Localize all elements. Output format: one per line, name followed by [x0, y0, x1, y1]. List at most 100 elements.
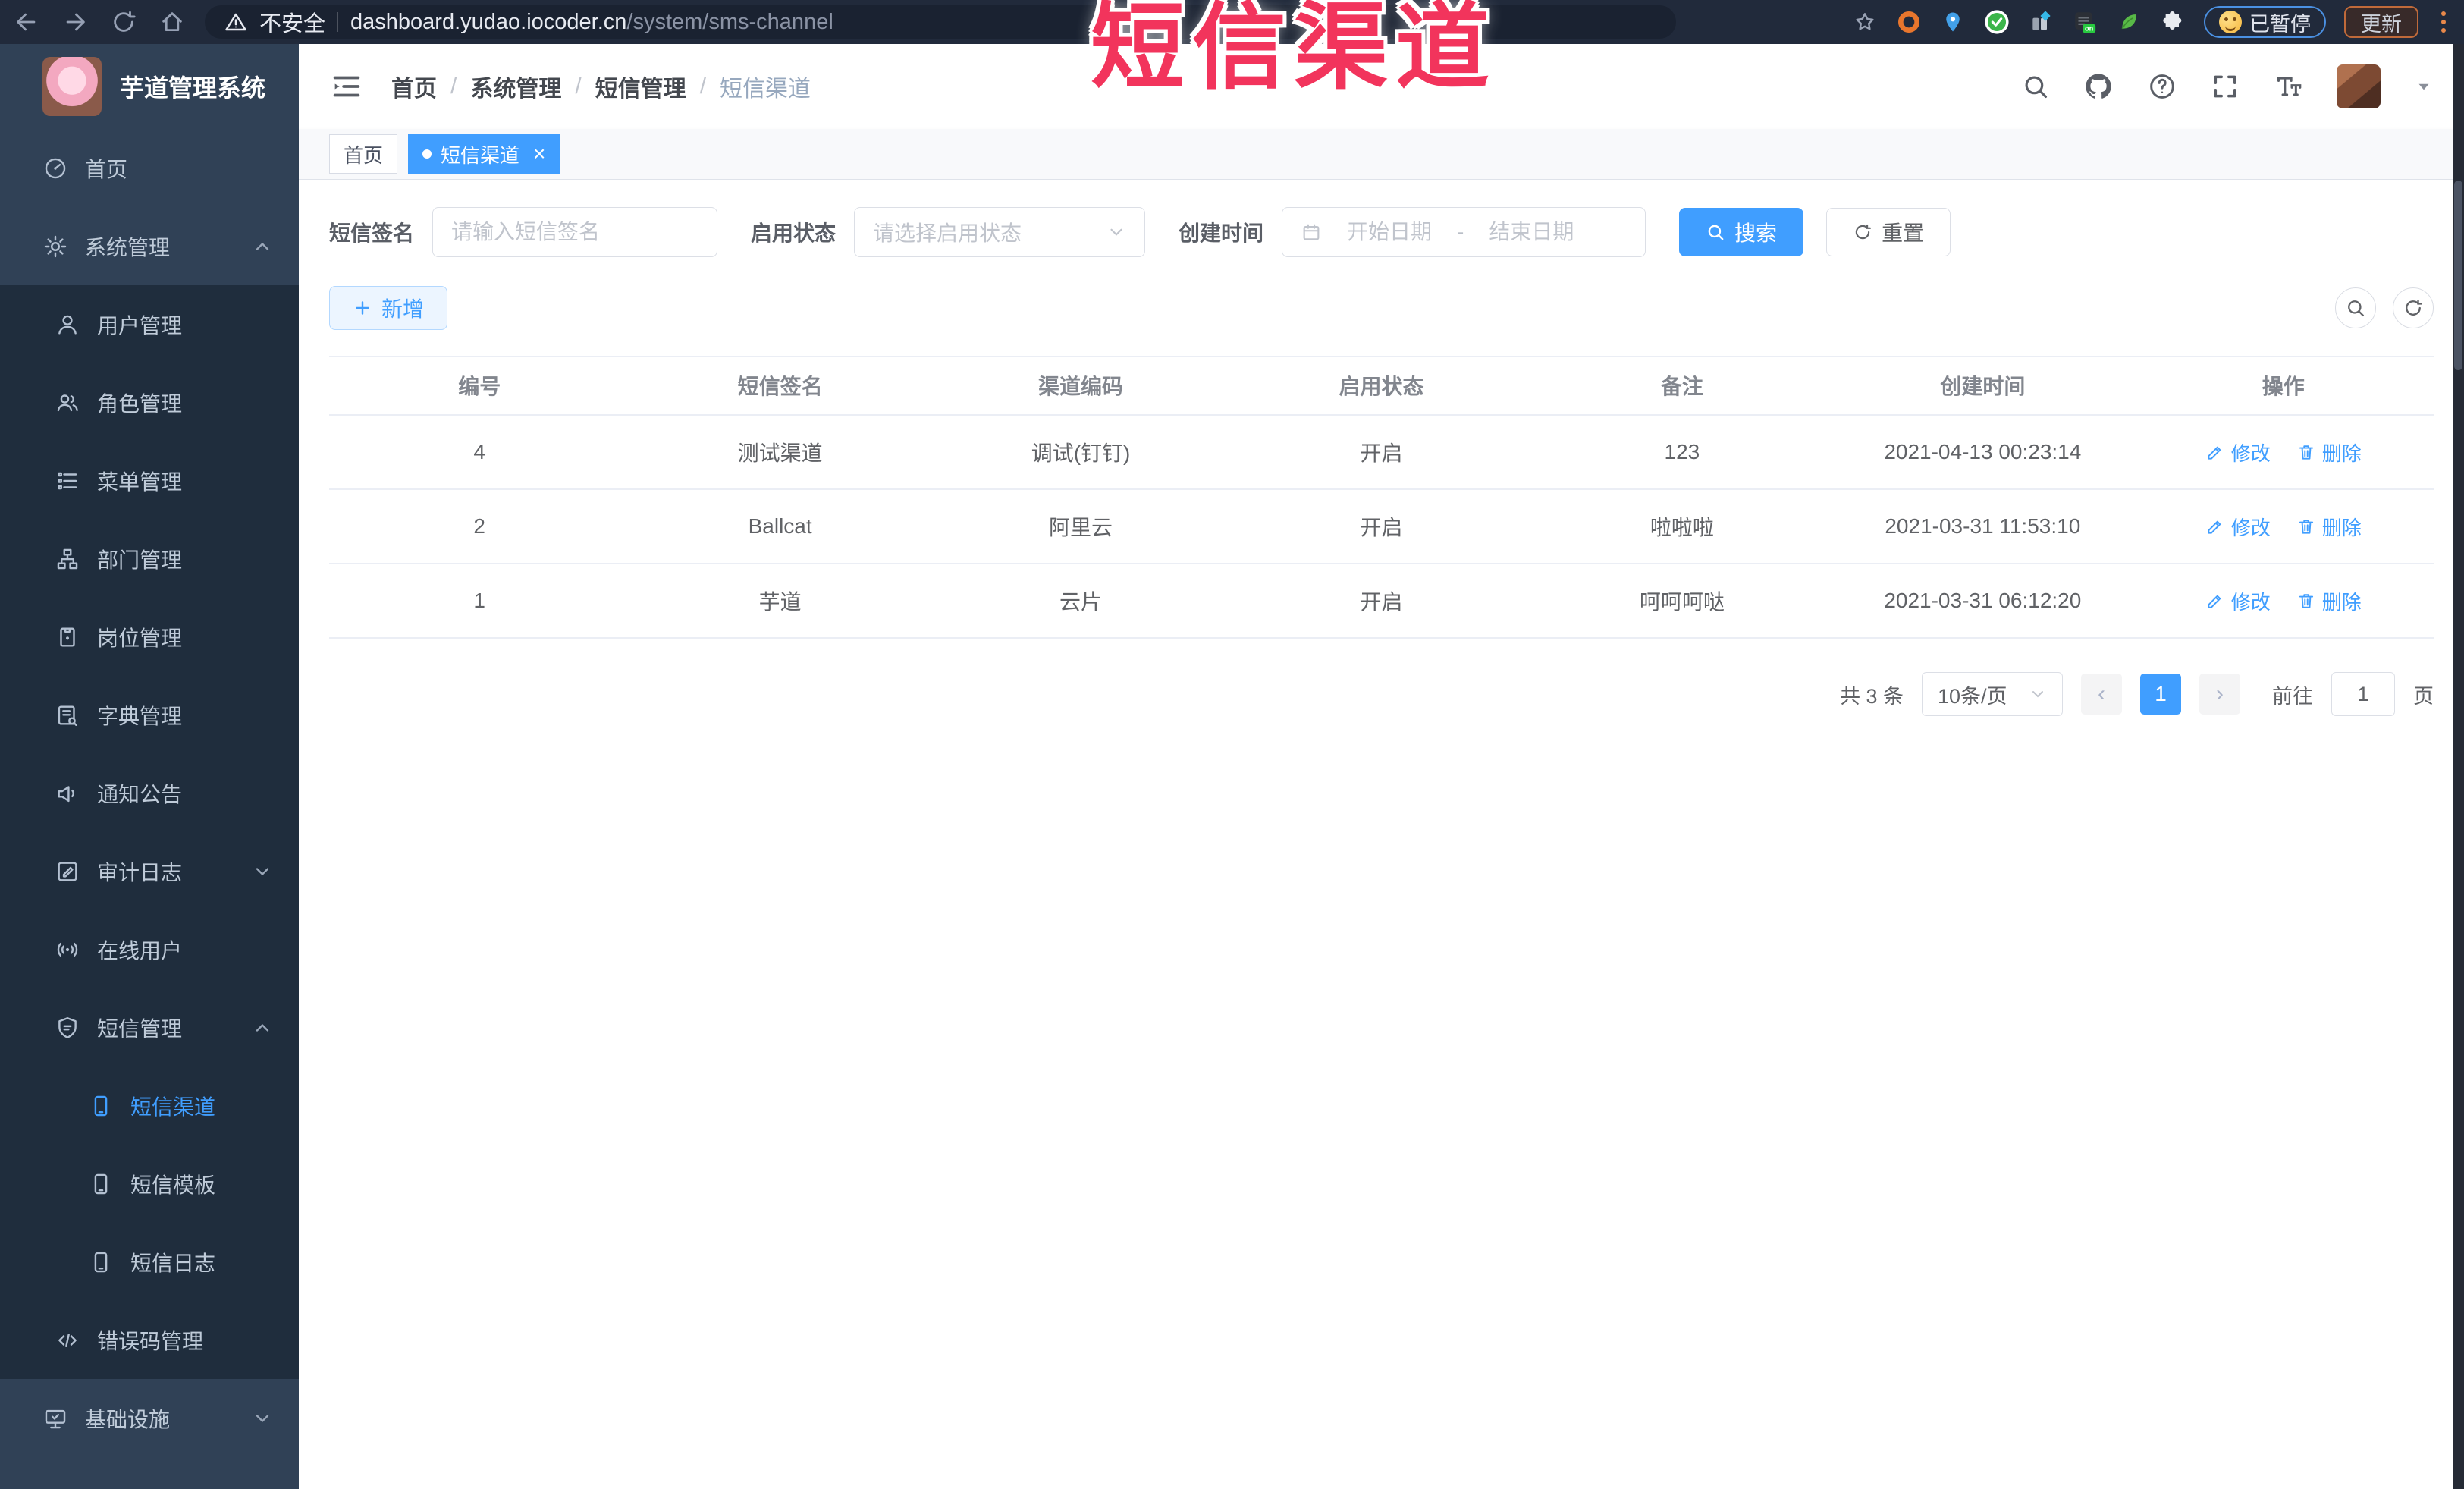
ext-orange-ring-icon[interactable] [1896, 9, 1922, 35]
add-button-label: 新增 [381, 297, 425, 321]
dictionary-icon [55, 702, 80, 728]
forward-icon[interactable] [62, 9, 88, 35]
sidebar-item-label: 字典管理 [97, 704, 183, 728]
edit-icon [2205, 442, 2225, 462]
delete-link[interactable]: 删除 [2296, 513, 2362, 541]
goto-page-input[interactable] [2331, 672, 2395, 716]
pagination: 共 3 条 10条/页 ‹ 1 › 前往 页 [329, 672, 2434, 716]
update-label: 更新 [2361, 12, 2402, 36]
delete-link[interactable]: 删除 [2296, 438, 2362, 466]
sidebar-item-sms-template[interactable]: 短信模板 [0, 1145, 299, 1223]
ext-leaf-icon[interactable] [2116, 9, 2142, 35]
edit-link[interactable]: 修改 [2205, 513, 2271, 541]
phone-icon [88, 1093, 114, 1119]
app-logo-row[interactable]: 芋道管理系统 [0, 44, 299, 129]
help-icon[interactable] [2147, 71, 2177, 102]
reset-button[interactable]: 重置 [1826, 208, 1951, 256]
sidebar-item-online-user[interactable]: 在线用户 [0, 910, 299, 988]
column-header: 短信签名 [737, 375, 823, 398]
sidebar-item-error-code[interactable]: 错误码管理 [0, 1301, 299, 1379]
sidebar-item-menu[interactable]: 菜单管理 [0, 441, 299, 520]
edit-link[interactable]: 修改 [2205, 438, 2271, 466]
font-size-icon[interactable] [2273, 71, 2303, 102]
bookmark-star-icon[interactable] [1852, 9, 1878, 35]
avatar[interactable] [2337, 64, 2381, 108]
ext-green-check-icon[interactable] [1984, 9, 2010, 35]
tab-首页[interactable]: 首页 [329, 134, 398, 174]
sidebar-item-label: 审计日志 [97, 860, 183, 884]
cell-sign: 测试渠道 [737, 441, 823, 465]
column-header: 备注 [1660, 375, 1703, 398]
page-size-select[interactable]: 10条/页 [1922, 672, 2063, 716]
sidebar-item-sms[interactable]: 短信管理 [0, 988, 299, 1066]
status-select[interactable]: 请选择启用状态 [854, 207, 1146, 257]
caret-down-icon[interactable] [2414, 77, 2434, 96]
sidebar-item-dict[interactable]: 字典管理 [0, 676, 299, 754]
search-icon [1706, 222, 1725, 242]
reload-icon[interactable] [111, 9, 137, 35]
breadcrumb-item[interactable]: 短信管理 [595, 70, 686, 103]
cell-created: 2021-03-31 06:12:20 [1884, 589, 2082, 612]
browser-scrollbar[interactable] [2453, 44, 2464, 1489]
refresh-table-button[interactable] [2393, 287, 2434, 328]
sidebar-item-notice[interactable]: 通知公告 [0, 754, 299, 832]
date-start-input[interactable] [1332, 220, 1447, 244]
prev-page-button[interactable]: ‹ [2081, 674, 2122, 715]
edit-link-label: 修改 [2230, 516, 2271, 539]
date-end-input[interactable] [1474, 220, 1589, 244]
sidebar-item-dept[interactable]: 部门管理 [0, 520, 299, 598]
smiley-icon [2219, 11, 2242, 33]
sidebar-item-sms-log[interactable]: 短信日志 [0, 1223, 299, 1301]
next-page-button[interactable]: › [2199, 674, 2240, 715]
total-count: 共 3 条 [1839, 684, 1904, 708]
breadcrumb-item: 短信渠道 [720, 77, 811, 102]
active-tab-dot [422, 149, 432, 159]
sidebar-item-sms-channel[interactable]: 短信渠道 [0, 1066, 299, 1145]
ext-dark-on-icon[interactable]: on [2072, 9, 2098, 35]
cell-code: 云片 [1059, 590, 1103, 614]
tab-close-icon[interactable]: × [533, 143, 545, 165]
add-button[interactable]: 新增 [329, 286, 448, 330]
security-label[interactable]: 不安全 [259, 6, 325, 38]
github-icon[interactable] [2083, 71, 2114, 102]
url-text[interactable]: dashboard.yudao.iocoder.cn/system/sms-ch… [350, 10, 833, 35]
sidebar-item-post[interactable]: 岗位管理 [0, 598, 299, 676]
breadcrumb-item[interactable]: 首页 [391, 70, 437, 103]
extensions-puzzle-icon[interactable] [2160, 9, 2186, 35]
tab-短信渠道[interactable]: 短信渠道 × [408, 134, 560, 174]
sidebar-item-system[interactable]: 系统管理 [0, 207, 299, 285]
fullscreen-icon[interactable] [2211, 72, 2240, 101]
phone-icon [88, 1249, 114, 1275]
home-icon[interactable] [159, 9, 185, 35]
sidebar-item-role[interactable]: 角色管理 [0, 363, 299, 441]
sidebar-item-infra[interactable]: 基础设施 [0, 1379, 299, 1457]
sidebar-item-audit-log[interactable]: 审计日志 [0, 832, 299, 910]
browser-menu-icon[interactable] [2437, 11, 2450, 33]
chevron-down-icon [1106, 222, 1126, 242]
toggle-search-button[interactable] [2335, 287, 2376, 328]
ext-blue-pin-icon[interactable] [1940, 9, 1966, 35]
back-icon[interactable] [14, 9, 39, 35]
sidebar-item-label: 部门管理 [97, 548, 183, 572]
sidebar-item-user[interactable]: 用户管理 [0, 285, 299, 363]
sign-input[interactable] [451, 220, 699, 244]
sidebar-item-home[interactable]: 首页 [0, 129, 299, 207]
page-number-1[interactable]: 1 [2140, 674, 2181, 715]
date-range-picker[interactable]: - [1282, 207, 1646, 257]
paused-badge[interactable]: 已暂停 [2204, 6, 2326, 38]
breadcrumb-item[interactable]: 系统管理 [470, 70, 561, 103]
sign-input-wrap [432, 207, 718, 257]
filter-form: 短信签名 启用状态 请选择启用状态 创建时间 - [329, 207, 2434, 257]
search-button[interactable]: 搜索 [1679, 208, 1804, 256]
scrollbar-thumb[interactable] [2454, 181, 2462, 370]
delete-link[interactable]: 删除 [2296, 587, 2362, 615]
browser-extensions: on 已暂停 更新 [1852, 6, 2450, 38]
cell-code: 阿里云 [1049, 516, 1113, 539]
edit-link[interactable]: 修改 [2205, 587, 2271, 615]
sidebar: 芋道管理系统 首页 系统管理 用户管理 角色管理 菜单管理部门管理岗位管理字典管理通知公… [0, 44, 299, 1489]
hamburger-icon[interactable] [329, 69, 364, 104]
search-icon[interactable] [2021, 72, 2050, 101]
update-button[interactable]: 更新 [2344, 6, 2418, 38]
table-row: 2 Ballcat 阿里云 开启 啦啦啦 2021-03-31 11:53:10 修改 删除 [329, 490, 2434, 564]
ext-tabs-icon[interactable] [2028, 9, 2054, 35]
